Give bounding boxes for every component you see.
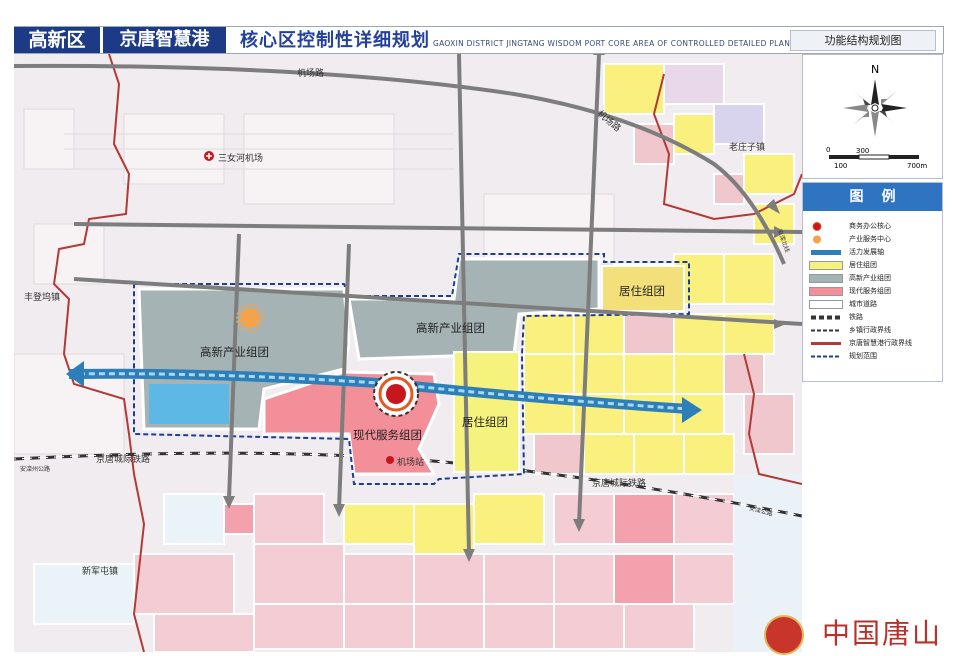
label-airport: 三女河机场 xyxy=(218,154,264,164)
label-modern-service: 现代服务组团 xyxy=(353,428,422,442)
label-industry-west: 高新产业组团 xyxy=(200,345,269,359)
scale-100: 100 xyxy=(834,162,848,170)
map-type-label: 功能结构规划图 xyxy=(790,30,936,51)
label-fengdengwu: 丰登坞镇 xyxy=(24,293,61,303)
emblem-icon xyxy=(764,615,804,655)
vitality-axis-icon xyxy=(811,250,841,255)
north-label: N xyxy=(871,63,880,76)
map-title: 核心区控制性详细规划 xyxy=(240,30,430,51)
label-industry-center: 高新产业组团 xyxy=(416,321,485,335)
label-airport-road: 机场路 xyxy=(297,69,325,79)
scale-0: 0 xyxy=(826,146,831,154)
legend-title: 图例 xyxy=(803,183,942,211)
watermark: 中国唐山 xyxy=(822,617,943,650)
legend-panel: 图例 商务办公核心 产业服务中心 活力发展轴 居住组团 高新产业组团 现代服务组… xyxy=(802,182,943,382)
business-core-icon xyxy=(812,222,822,231)
port-boundary-icon xyxy=(811,342,841,345)
planning-range-icon xyxy=(811,355,841,358)
compass-panel: N 0 300 100 700m xyxy=(802,54,943,179)
scale-700: 700m xyxy=(907,162,928,170)
label-residence-center: 居住组团 xyxy=(462,415,508,429)
planning-map[interactable]: 机场路 机场路 三女河机场 老庄子镇 丰登坞镇 新军屯镇 京唐城际铁路 京唐城际… xyxy=(13,44,803,653)
station-marker xyxy=(386,456,394,464)
map-canvas xyxy=(13,44,803,653)
service-center-icon xyxy=(813,235,821,244)
scale-300: 300 xyxy=(856,147,870,155)
label-laozhuangzi: 老庄子镇 xyxy=(729,143,766,153)
port-badge: 京唐智慧港 xyxy=(103,27,226,53)
label-residence-ne: 居住组团 xyxy=(619,284,665,298)
label-side-road-left: 安滦州公路 xyxy=(20,466,51,473)
railway-icon xyxy=(811,315,841,320)
label-railway-east: 京唐城际铁路 xyxy=(592,479,647,489)
label-airport-station: 机场站 xyxy=(397,458,425,468)
township-boundary-icon xyxy=(811,329,841,332)
label-railway-west: 京唐城际铁路 xyxy=(96,455,151,465)
district-badge: 高新区 xyxy=(14,27,100,53)
business-core-marker xyxy=(373,371,419,417)
label-xinjuntun: 新军屯镇 xyxy=(82,567,119,577)
map-subtitle: GAOXIN DISTRICT JINGTANG WISDOM PORT COR… xyxy=(433,39,811,48)
